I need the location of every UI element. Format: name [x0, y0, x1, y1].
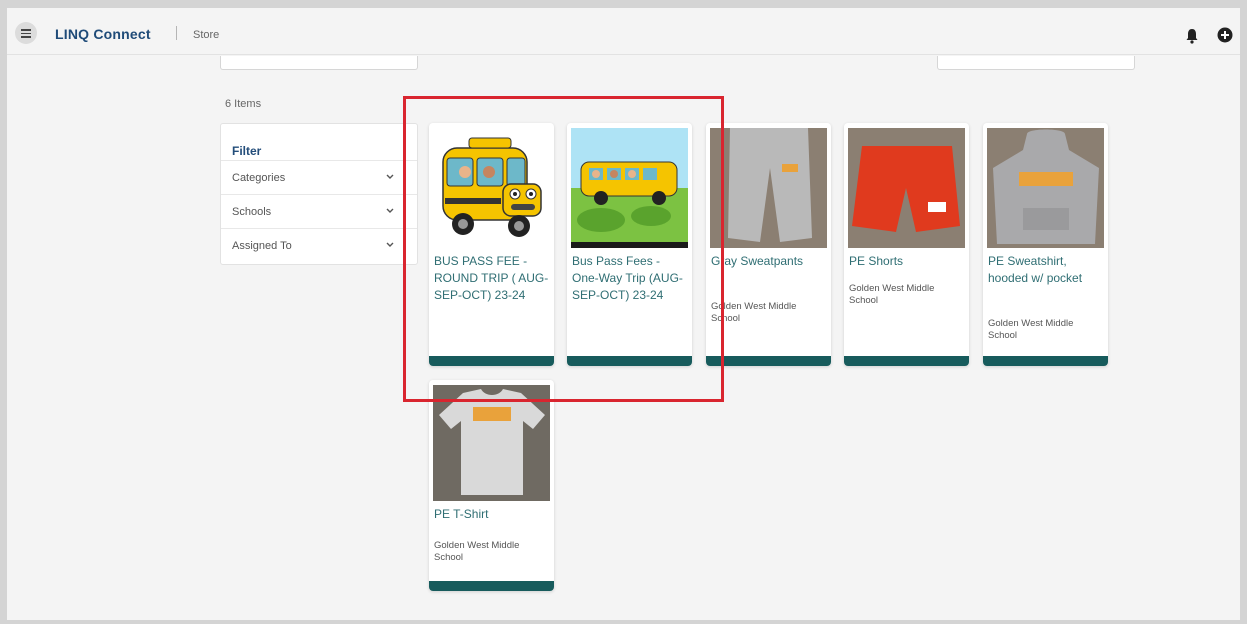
product-card[interactable]: PE T-Shirt Golden West Middle School	[429, 380, 554, 591]
product-card-footer[interactable]	[429, 581, 554, 591]
search-input[interactable]	[220, 56, 418, 70]
menu-icon[interactable]	[15, 22, 37, 44]
chevron-down-icon	[386, 208, 394, 213]
product-school: Golden West Middle School	[849, 283, 935, 306]
product-card[interactable]: PE Shorts Golden West Middle School	[844, 123, 969, 366]
highlight-box	[403, 96, 724, 402]
item-count: 6 Items	[225, 98, 262, 110]
product-title[interactable]: PE Shorts	[849, 253, 966, 270]
product-card[interactable]: Gray Sweatpants Golden West Middle Schoo…	[706, 123, 831, 366]
brand-logo[interactable]: LINQ Connect	[55, 26, 151, 42]
filter-title: Filter	[232, 144, 262, 158]
product-image-red-shorts[interactable]	[848, 128, 965, 248]
breadcrumb-divider	[176, 26, 177, 40]
product-school: Golden West Middle School	[434, 540, 520, 563]
filter-panel: Filter Categories Schools Assigned To	[220, 123, 418, 265]
product-title[interactable]: Gray Sweatpants	[711, 253, 828, 270]
chevron-down-icon	[386, 242, 394, 247]
top-bar: LINQ Connect Store	[7, 8, 1240, 55]
product-image-gray-hoodie[interactable]	[987, 128, 1104, 248]
chevron-down-icon	[386, 174, 394, 179]
filter-assigned-to-label: Assigned To	[232, 240, 292, 252]
add-circle-icon[interactable]	[1217, 27, 1233, 43]
product-card-footer[interactable]	[983, 356, 1108, 366]
product-school: Golden West Middle School	[988, 318, 1074, 341]
product-image-gray-tshirt[interactable]	[433, 385, 550, 501]
product-image-gray-sweatpants[interactable]	[710, 128, 827, 248]
filter-assigned-to[interactable]: Assigned To	[221, 228, 417, 263]
product-title[interactable]: PE Sweatshirt, hooded w/ pocket	[988, 253, 1105, 287]
app-window: LINQ Connect Store 6 Items Filter Catego…	[7, 8, 1240, 620]
filter-categories-label: Categories	[232, 172, 286, 184]
bell-icon[interactable]	[1185, 28, 1199, 44]
filter-schools[interactable]: Schools	[221, 194, 417, 229]
product-card-footer[interactable]	[844, 356, 969, 366]
product-school: Golden West Middle School	[711, 301, 797, 324]
sort-select[interactable]	[937, 56, 1135, 70]
breadcrumb[interactable]: Store	[193, 29, 219, 41]
product-card-footer[interactable]	[706, 356, 831, 366]
filter-schools-label: Schools	[232, 206, 272, 218]
filter-categories[interactable]: Categories	[221, 160, 417, 195]
product-title[interactable]: PE T-Shirt	[434, 506, 551, 523]
product-card[interactable]: PE Sweatshirt, hooded w/ pocket Golden W…	[983, 123, 1108, 366]
